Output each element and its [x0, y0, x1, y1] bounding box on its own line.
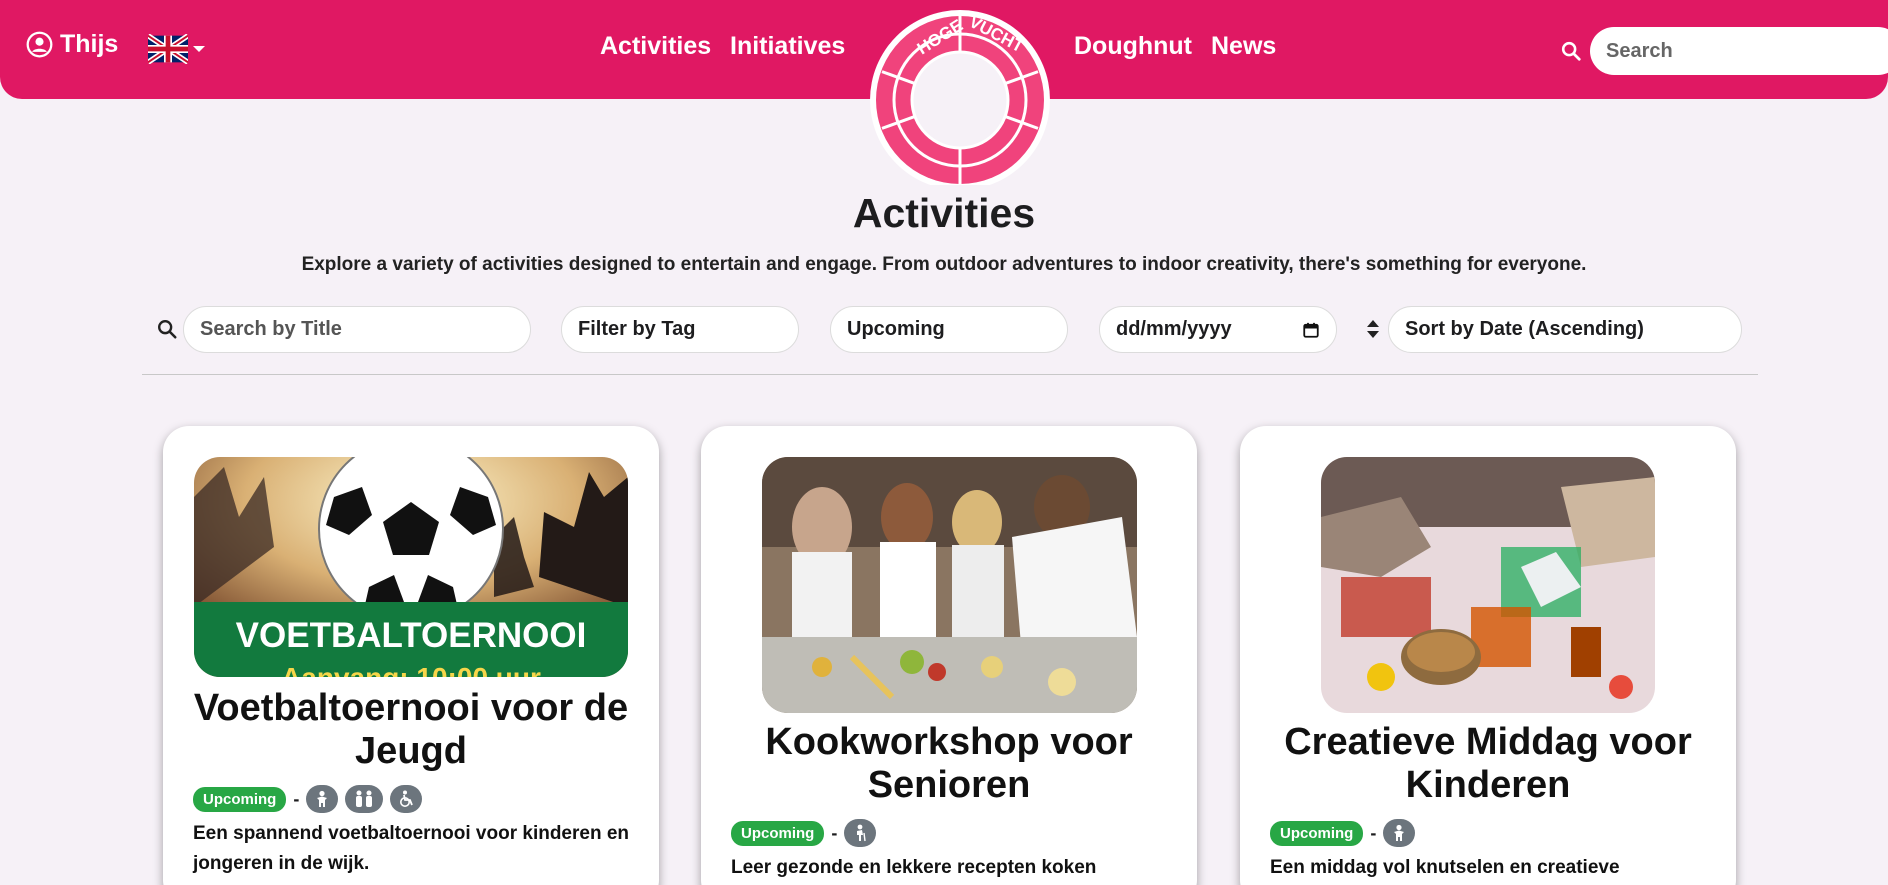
sort-select[interactable]: Sort by Date (Ascending) — [1388, 306, 1742, 353]
title-search-placeholder: Search by Title — [200, 318, 342, 340]
nav-news[interactable]: News — [1211, 32, 1276, 61]
tag-filter-label: Filter by Tag — [578, 318, 696, 340]
sort-icon — [1367, 320, 1379, 338]
date-filter-placeholder: dd/mm/yyyy — [1116, 318, 1232, 340]
status-badge: Upcoming — [731, 820, 825, 846]
search-icon — [158, 320, 177, 339]
activity-meta: Upcoming - — [1270, 819, 1422, 847]
header-search — [1560, 27, 1888, 75]
meta-separator: - — [1370, 822, 1377, 843]
user-name: Thijs — [60, 30, 119, 58]
sort-label: Sort by Date (Ascending) — [1405, 318, 1644, 340]
nav-activities[interactable]: Activities — [600, 32, 711, 61]
nav-initiatives[interactable]: Initiatives — [730, 32, 845, 61]
activity-image-football: VOETBALTOERNOOI Aanvang: 10:00 uur — [194, 457, 628, 677]
status-filter-label: Upcoming — [847, 318, 945, 340]
activity-description: Een middag vol knutselen en creatieve — [1270, 857, 1620, 878]
wheelchair-icon — [390, 785, 423, 813]
nav-doughnut[interactable]: Doughnut — [1074, 32, 1192, 61]
activity-description: Leer gezonde en lekkere recepten koken — [731, 857, 1097, 878]
uk-flag-icon — [148, 34, 188, 64]
page-description: Explore a variety of activities designed… — [301, 254, 1587, 275]
date-filter-input[interactable]: dd/mm/yyyy — [1099, 306, 1337, 353]
status-badge: Upcoming — [1270, 820, 1364, 846]
activity-image-cooking — [762, 457, 1137, 713]
activity-title[interactable]: Voetbaltoernooi voor de Jeugd — [183, 687, 639, 773]
meta-separator: - — [293, 788, 300, 809]
calendar-icon[interactable] — [1302, 321, 1320, 339]
activity-title[interactable]: Creatieve Middag voor Kinderen — [1260, 721, 1716, 807]
user-menu[interactable]: Thijs — [26, 30, 118, 59]
activity-meta: Upcoming - — [731, 819, 883, 847]
tag-filter-select[interactable]: Filter by Tag — [561, 306, 799, 353]
divider — [142, 374, 1758, 375]
activity-title[interactable]: Kookworkshop voor Senioren — [721, 721, 1177, 807]
family-icon — [345, 785, 384, 813]
activity-meta: Upcoming - — [193, 785, 429, 813]
chevron-down-icon — [193, 46, 205, 52]
child-icon — [1383, 819, 1416, 847]
activity-card[interactable]: VOETBALTOERNOOI Aanvang: 10:00 uur Voetb… — [163, 426, 659, 885]
hoge-vucht-logo[interactable]: HOGE VUCHT — [865, 5, 1055, 190]
search-input[interactable] — [1590, 27, 1888, 75]
page-title: Activities — [852, 190, 1036, 236]
image-banner-subtitle: Aanvang: 10:00 uur — [281, 662, 541, 677]
image-banner-title: VOETBALTOERNOOI — [236, 616, 587, 655]
activity-image-crafts — [1321, 457, 1655, 713]
user-circle-icon — [26, 31, 53, 58]
search-icon — [1561, 41, 1581, 61]
child-icon — [306, 785, 339, 813]
senior-icon — [844, 819, 877, 847]
meta-separator: - — [831, 822, 838, 843]
activity-description: Een spannend voetbaltoernooi voor kinder… — [193, 823, 630, 874]
activity-card[interactable]: Creatieve Middag voor Kinderen Upcoming … — [1240, 426, 1736, 885]
title-search-input[interactable]: Search by Title — [183, 306, 531, 353]
status-filter-select[interactable]: Upcoming — [830, 306, 1068, 353]
status-badge: Upcoming — [193, 786, 287, 812]
activity-card[interactable]: Kookworkshop voor Senioren Upcoming - Le… — [701, 426, 1197, 885]
language-selector[interactable] — [148, 34, 205, 64]
